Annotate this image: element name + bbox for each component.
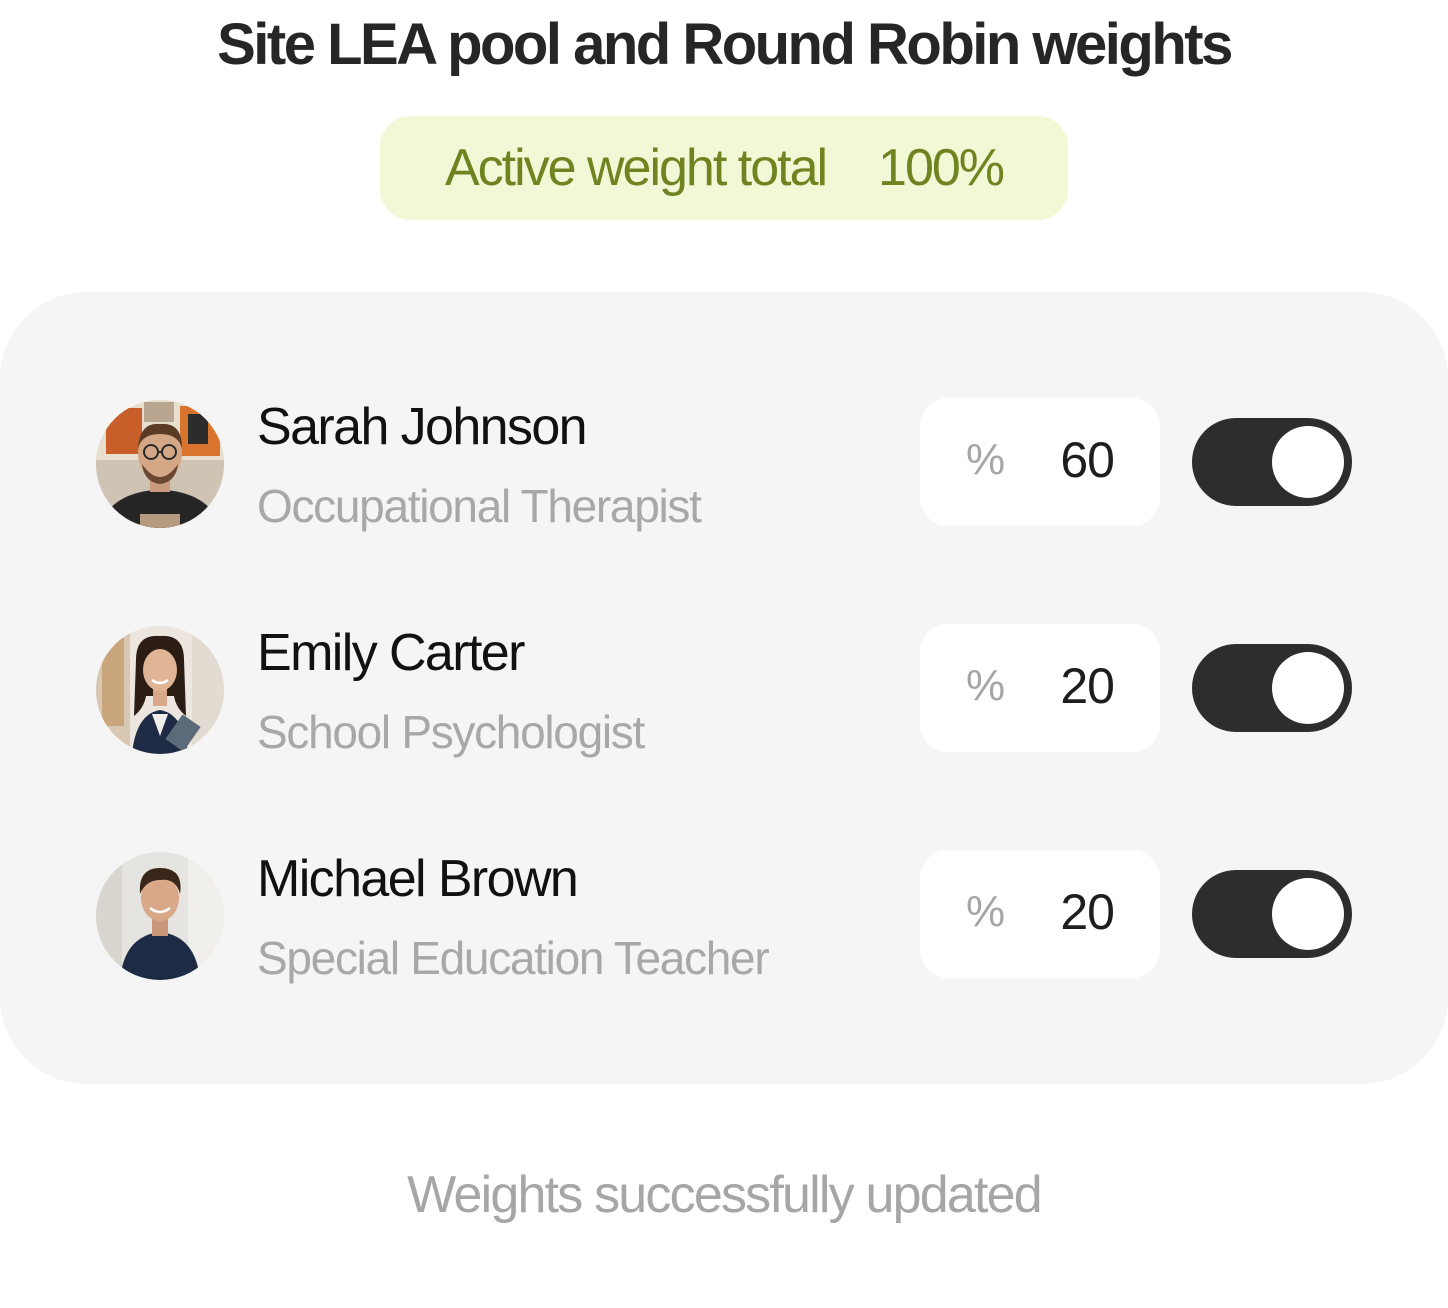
avatar-photo-icon [96,400,224,528]
member-row: Emily Carter School Psychologist % 20 [0,618,1448,778]
member-pool-card: Sarah Johnson Occupational Therapist % 6… [0,292,1448,1084]
member-row: Sarah Johnson Occupational Therapist % 6… [0,392,1448,552]
active-toggle[interactable] [1192,644,1352,732]
weight-total-value: 100% [878,139,1005,197]
percent-icon: % [966,661,1006,710]
weight-value: 20 [1060,884,1115,940]
avatar [96,852,224,980]
weight-input[interactable]: % 20 [920,850,1160,978]
active-toggle[interactable] [1192,870,1352,958]
active-toggle[interactable] [1192,418,1352,506]
toggle-knob [1272,426,1344,498]
toggle-knob [1272,652,1344,724]
avatar-photo-icon [96,852,224,980]
member-row: Michael Brown Special Education Teacher … [0,844,1448,1004]
member-role: Occupational Therapist [257,480,702,532]
avatar [96,400,224,528]
percent-icon: % [966,435,1006,484]
avatar [96,626,224,754]
member-role: School Psychologist [257,706,645,758]
status-message: Weights successfully updated [407,1166,1042,1224]
member-name: Michael Brown [257,850,579,908]
page-title: Site LEA pool and Round Robin weights [217,12,1233,77]
weight-total-badge: Active weight total 100% [380,116,1068,220]
percent-icon: % [966,887,1006,936]
weight-input[interactable]: % 20 [920,624,1160,752]
toggle-knob [1272,878,1344,950]
weight-input[interactable]: % 60 [920,398,1160,526]
weight-value: 20 [1060,658,1115,714]
member-name: Sarah Johnson [257,398,588,456]
weight-total-label: Active weight total [444,139,828,197]
weight-value: 60 [1060,432,1115,488]
member-name: Emily Carter [257,624,525,682]
member-role: Special Education Teacher [257,932,770,984]
avatar-photo-icon [96,626,224,754]
